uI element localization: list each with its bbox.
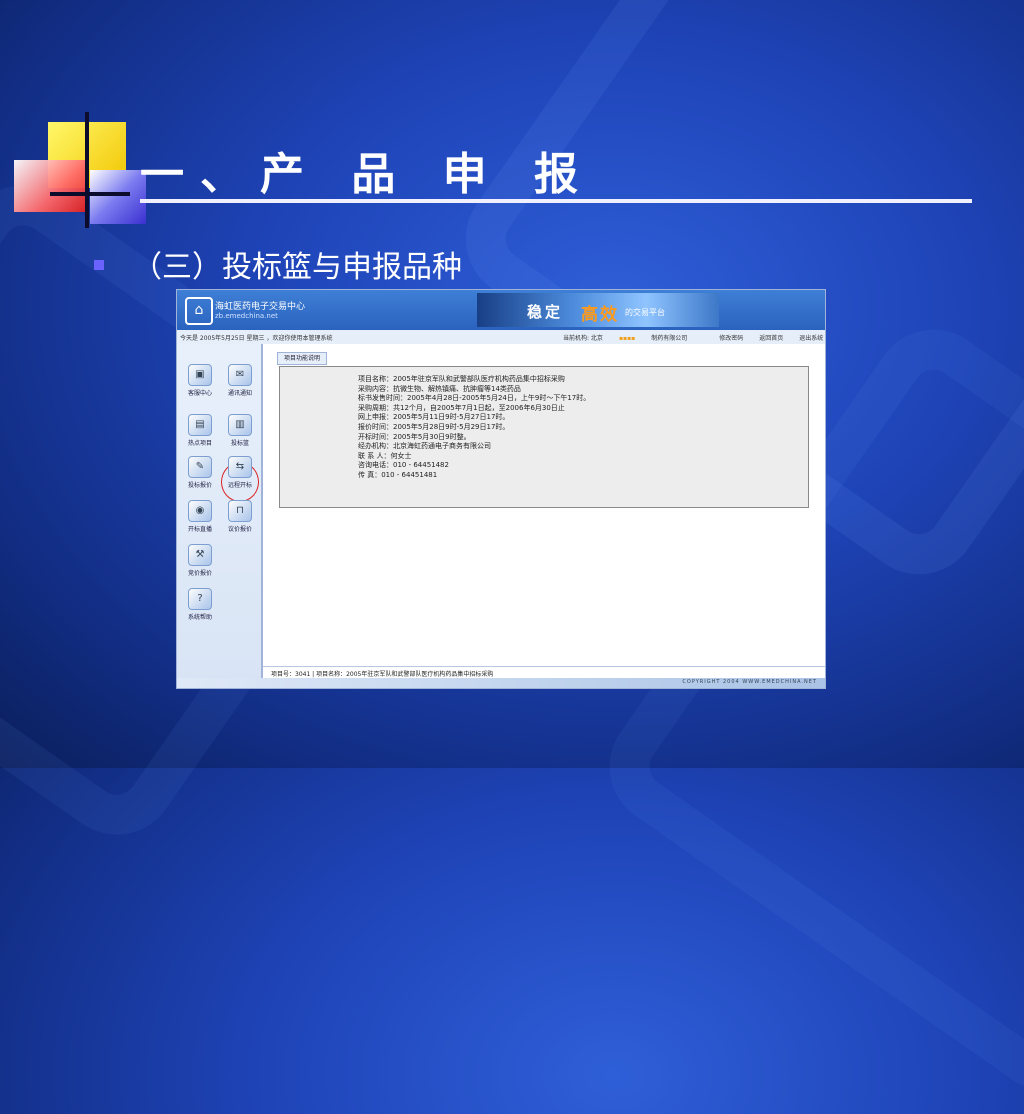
info-line: 联 系 人：何女士 — [358, 451, 412, 460]
document-icon: ▤ — [188, 414, 212, 436]
main-content: 项目功能说明 项目名称：2005年驻京军队和武警部队医疗机构药品集中招标采购 采… — [263, 344, 825, 666]
info-line: 采购周期：共12个月，自2005年7月1日起，至2006年6月30日止 — [358, 403, 565, 412]
logout-link[interactable]: 退出系统 — [799, 333, 823, 342]
help-icon: ? — [188, 588, 212, 610]
title-decoration-red — [14, 160, 86, 212]
title-decoration-hline — [50, 192, 130, 196]
info-line: 标书发售时间：2005年4月28日-2005年5月24日，上午9时～下午17时。 — [358, 394, 591, 403]
sidebar-item-remote-opening[interactable]: ⇆ 远程开标 — [223, 456, 257, 489]
slide-subtitle: （三）投标篮与申报品种 — [132, 250, 462, 285]
sidebar-item-notice[interactable]: ✉ 通讯通知 — [223, 364, 257, 397]
banner-text-1: 稳定 — [527, 303, 564, 321]
bullet-icon — [94, 260, 104, 270]
change-password-link[interactable]: 修改密码 — [719, 333, 743, 342]
navbar-right: 当前机构: 北京 ▪▪▪▪ 制药有限公司 修改密码 返回首页 退出系统 — [563, 333, 825, 342]
embedded-screenshot: ⌂ 海虹医药电子交易中心 zb.emedchina.net 稳定 高效 的交易平… — [176, 289, 826, 689]
monitor-icon: ▣ — [188, 364, 212, 386]
info-line: 项目名称：2005年驻京军队和武警部队医疗机构药品集中招标采购 — [358, 375, 565, 383]
navbar: 今天是 2005年5月25日 星期三 ，欢迎你使用本管理系统 当前机构: 北京 ▪… — [177, 330, 825, 345]
sidebar: ▣ 客服中心 ✉ 通讯通知 ▤ 热点项目 ▥ 投标篮 ✎ 投标报价 ⇆ 远程开标… — [177, 344, 263, 688]
current-org: 当前机构: 北京 ▪▪▪▪ 制药有限公司 — [563, 335, 688, 342]
welcome-text: 今天是 2005年5月25日 星期三 ，欢迎你使用本管理系统 — [180, 335, 333, 342]
title-decoration-vline — [85, 112, 89, 228]
gavel-icon: ⚒ — [188, 544, 212, 566]
title-rule — [140, 199, 972, 203]
copyright-text: COPYRIGHT 2004 WWW.EMEDCHINA.NET — [682, 679, 817, 685]
home-link[interactable]: 返回首页 — [759, 333, 783, 342]
book-icon: ▥ — [228, 414, 252, 436]
sidebar-item-bid-basket[interactable]: ▥ 投标篮 — [223, 414, 257, 447]
sidebar-item-auction[interactable]: ⚒ 竞价报价 — [183, 544, 217, 577]
app-header: ⌂ 海虹医药电子交易中心 zb.emedchina.net 稳定 高效 的交易平… — [177, 290, 825, 330]
info-line: 报价时间：2005年5月28日9时-5月29日17时。 — [358, 422, 510, 431]
slide-title: 一、产 品 申 报 — [140, 149, 594, 200]
sidebar-item-service[interactable]: ▣ 客服中心 — [183, 364, 217, 397]
info-line: 网上申报：2005年5月11日9时-5月27日17时。 — [358, 413, 510, 422]
broadcast-icon: ◉ — [188, 500, 212, 522]
copyright-bar: COPYRIGHT 2004 WWW.EMEDCHINA.NET — [177, 678, 825, 688]
bag-icon: ⊓ — [228, 500, 252, 522]
sidebar-item-bid-quote[interactable]: ✎ 投标报价 — [183, 456, 217, 489]
logo-icon: ⌂ — [185, 297, 213, 325]
sidebar-item-help[interactable]: ? 系统帮助 — [183, 588, 217, 621]
sidebar-item-hot-projects[interactable]: ▤ 热点项目 — [183, 414, 217, 447]
banner-text-3: 的交易平台 — [625, 308, 665, 317]
info-line: 传 真：010 - 64451481 — [358, 470, 438, 479]
sidebar-item-negotiation[interactable]: ⊓ 议价报价 — [223, 500, 257, 533]
info-line: 采购内容：抗微生物、解热镇痛、抗肿瘤等14类药品 — [358, 384, 521, 393]
info-line: 经办机构：北京海虹药通电子商务有限公司 — [358, 442, 491, 451]
logo-url: zb.emedchina.net — [215, 312, 278, 320]
banner-text-2: 高效 — [581, 305, 619, 325]
message-icon: ✉ — [228, 364, 252, 386]
info-line: 咨询电话：010 - 64451482 — [358, 461, 449, 470]
title-decoration-blue — [90, 170, 146, 224]
remote-icon: ⇆ — [228, 456, 252, 478]
info-line: 开标时间：2005年5月30日9时整。 — [358, 432, 471, 441]
banner: 稳定 高效 的交易平台 — [477, 293, 719, 327]
sidebar-item-live-opening[interactable]: ◉ 开标直播 — [183, 500, 217, 533]
logo-name: 海虹医药电子交易中心 — [215, 302, 306, 312]
project-status: 项目号：3041 | 项目名称：2005年驻京军队和武警部队医疗机构药品集中招标… — [271, 671, 494, 678]
info-panel: 项目名称：2005年驻京军队和武警部队医疗机构药品集中招标采购 采购内容：抗微生… — [279, 366, 809, 508]
tab-project-description[interactable]: 项目功能说明 — [277, 352, 328, 365]
edit-icon: ✎ — [188, 456, 212, 478]
info-lines: 项目名称：2005年驻京军队和武警部队医疗机构药品集中招标采购 采购内容：抗微生… — [358, 375, 590, 481]
